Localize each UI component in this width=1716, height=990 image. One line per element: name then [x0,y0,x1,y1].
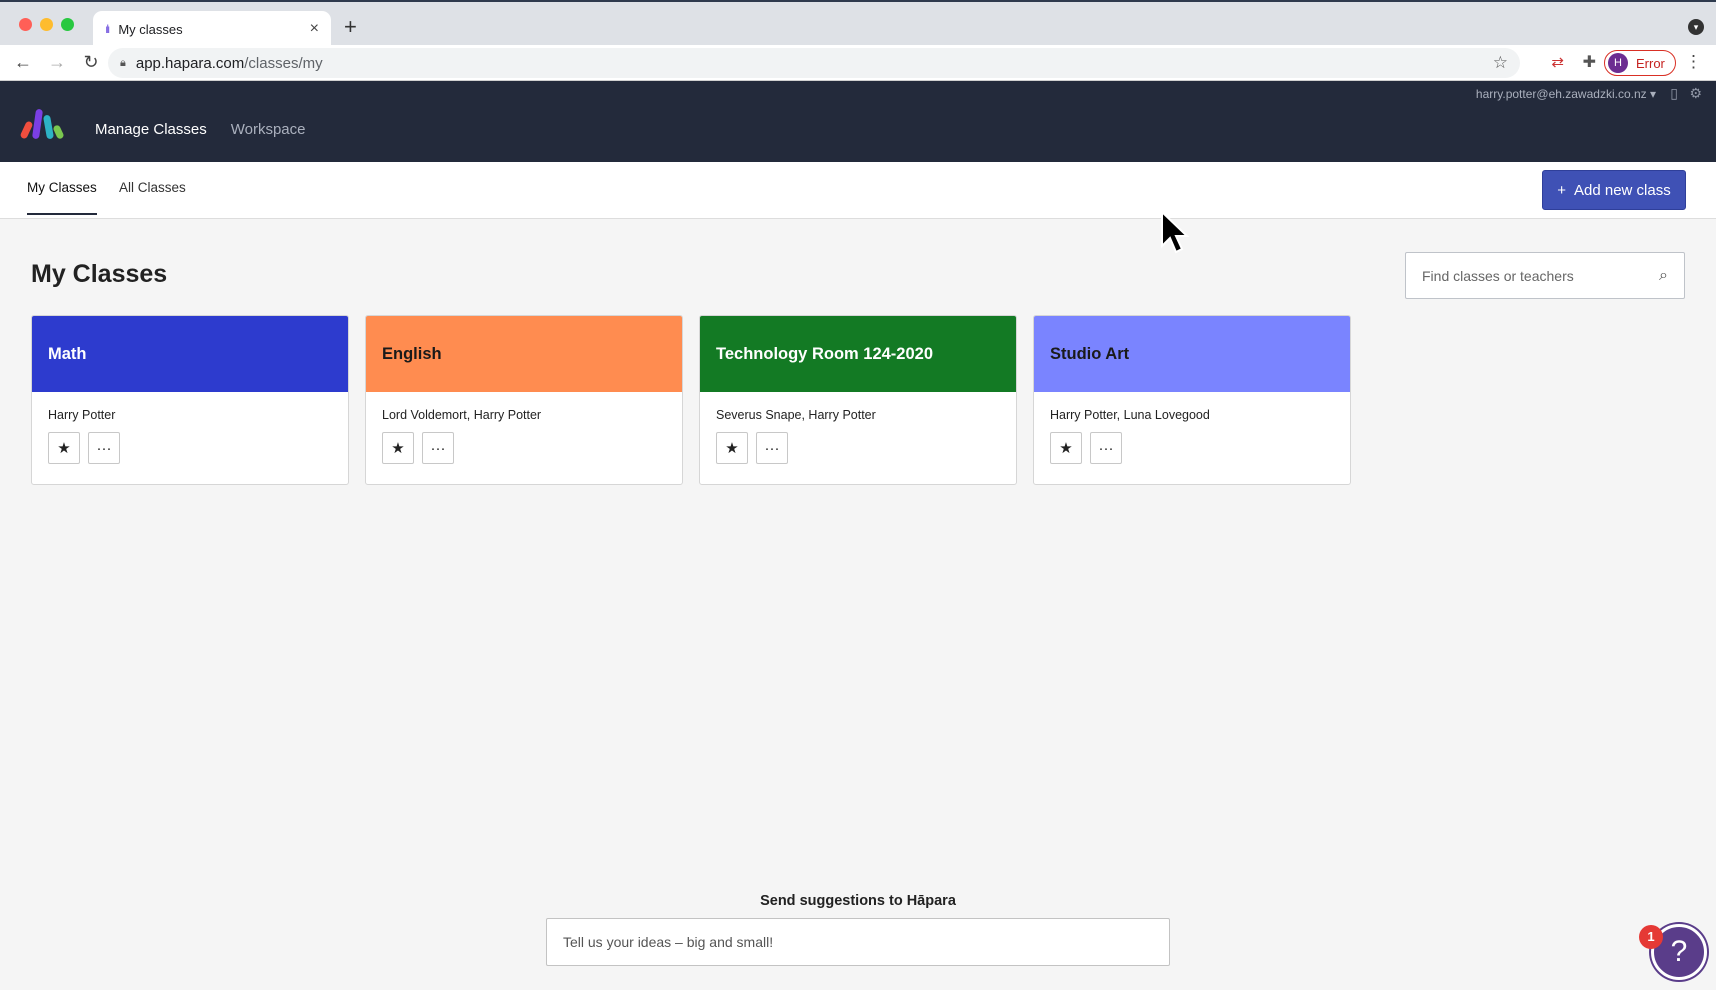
star-icon[interactable]: ★ [48,432,80,464]
back-icon[interactable]: ← [10,52,36,73]
nav-manage-classes[interactable]: Manage Classes [95,121,207,138]
class-teachers: Severus Snape, Harry Potter [716,408,876,422]
tab-all-classes[interactable]: All Classes [119,180,186,213]
browser-tab-bar: ılı My classes × + ▾ [0,0,1716,47]
app-nav: Manage Classes Workspace [95,121,306,138]
more-options-icon[interactable]: ··· [1090,432,1122,464]
forward-icon[interactable]: → [44,52,70,73]
class-card-banner[interactable]: Technology Room 124-2020 [700,316,1016,392]
url-path: /classes/my [244,54,323,72]
class-card-banner[interactable]: Studio Art [1034,316,1350,392]
class-name: Technology Room 124-2020 [716,344,934,363]
maximize-window-button[interactable] [61,18,74,31]
suggestions-label: Send suggestions to Hāpara [760,893,956,909]
more-options-icon[interactable]: ··· [422,432,454,464]
gear-icon[interactable]: ⚙ [1689,85,1702,102]
browser-toolbar: ← → ↻ 🔒︎ app.hapara.com/classes/my ☆ ⇄ ✚… [0,45,1716,81]
class-card[interactable]: English Lord Voldemort, Harry Potter ★ ·… [365,315,683,485]
browser-menu-icon[interactable]: ⋮ [1685,52,1702,72]
class-name: English [382,344,442,363]
class-name: Math [48,344,87,363]
add-new-class-label: Add new class [1574,181,1671,199]
tab-search-icon[interactable]: ▾ [1688,19,1704,35]
star-icon[interactable]: ★ [382,432,414,464]
class-teachers: Harry Potter, Luna Lovegood [1050,408,1210,422]
profile-button[interactable]: H Error [1604,50,1676,76]
class-card[interactable]: Math Harry Potter ★ ··· [31,315,349,485]
class-teachers: Lord Voldemort, Harry Potter [382,408,542,422]
more-options-icon[interactable]: ··· [756,432,788,464]
book-icon[interactable]: ▯ [1670,85,1678,102]
bookmark-star-icon[interactable]: ☆ [1493,53,1508,73]
hapara-logo-icon: ılı [105,22,111,36]
search-icon[interactable]: ⌕ [1659,267,1668,285]
url-host: app.hapara.com [135,54,245,72]
address-bar[interactable]: 🔒︎ app.hapara.com/classes/my ☆ [108,48,1520,78]
tab-my-classes[interactable]: My Classes [27,180,97,215]
class-card[interactable]: Technology Room 124-2020 Severus Snape, … [699,315,1017,485]
page-title: My Classes [31,260,168,288]
mouse-cursor-icon [1161,210,1190,254]
add-new-class-button[interactable]: + Add new class [1542,170,1686,210]
class-teachers: Harry Potter [48,408,116,422]
close-window-button[interactable] [19,18,32,31]
suggestions-input[interactable]: Tell us your ideas – big and small! [546,918,1170,966]
window-controls [19,18,74,31]
extension-icon[interactable]: ⇄ [1551,53,1564,71]
hapara-logo[interactable] [19,108,65,140]
star-icon[interactable]: ★ [716,432,748,464]
user-menu[interactable]: harry.potter@eh.zawadzki.co.nz ▾ [1476,87,1656,101]
profile-status: Error [1636,55,1665,71]
app-header: Manage Classes Workspace harry.potter@eh… [0,81,1716,162]
more-options-icon[interactable]: ··· [88,432,120,464]
lock-icon[interactable]: 🔒︎ [120,57,126,70]
sub-navigation: My Classes All Classes + Add new class [0,162,1716,219]
notification-badge: 1 [1639,925,1663,949]
class-card-banner[interactable]: English [366,316,682,392]
tab-title: My classes [118,21,183,37]
suggestions-placeholder: Tell us your ideas – big and small! [563,934,774,950]
browser-tab[interactable]: ılı My classes × [93,11,331,47]
search-input[interactable]: Find classes or teachers ⌕ [1405,252,1685,299]
user-email: harry.potter@eh.zawadzki.co.nz [1475,87,1647,101]
class-card[interactable]: Studio Art Harry Potter, Luna Lovegood ★… [1033,315,1351,485]
class-card-banner[interactable]: Math [32,316,348,392]
new-tab-icon[interactable]: + [344,14,357,40]
extensions-puzzle-icon[interactable]: ✚ [1583,52,1596,72]
minimize-window-button[interactable] [40,18,53,31]
nav-workspace[interactable]: Workspace [231,121,306,138]
plus-icon: + [1557,181,1567,199]
reload-icon[interactable]: ↻ [78,52,104,73]
class-name: Studio Art [1050,344,1130,363]
profile-avatar: H [1608,53,1628,73]
star-icon[interactable]: ★ [1050,432,1082,464]
chevron-down-icon: ▾ [1649,87,1656,101]
search-placeholder: Find classes or teachers [1422,267,1574,284]
close-tab-icon[interactable]: × [310,20,319,38]
